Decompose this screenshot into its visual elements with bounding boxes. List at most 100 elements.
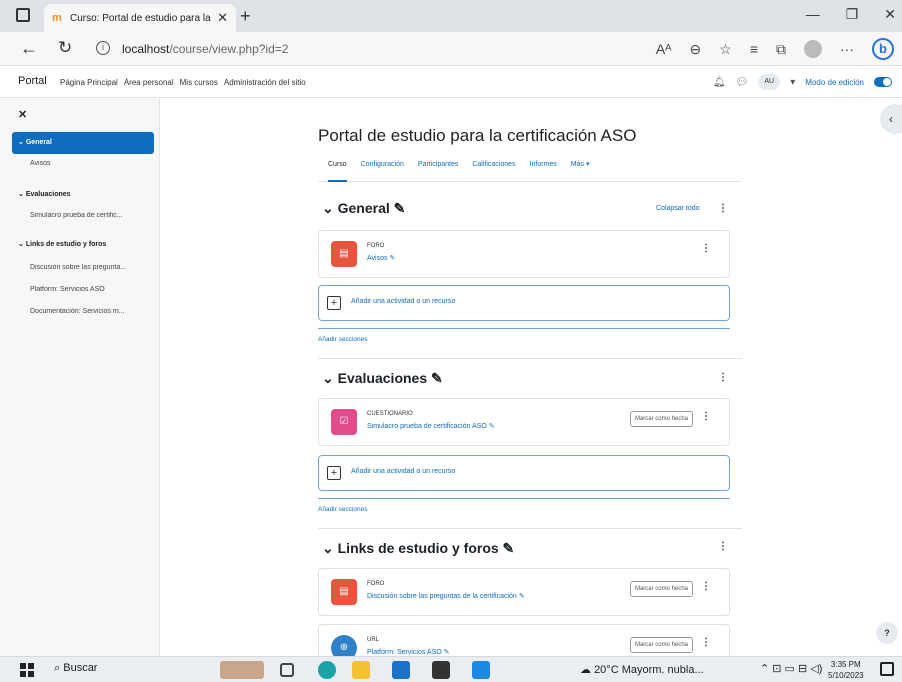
forum-icon: ▤ <box>331 579 357 605</box>
new-tab-icon[interactable]: + <box>240 6 251 27</box>
bing-icon[interactable]: b <box>872 38 894 60</box>
user-avatar[interactable]: AU <box>758 74 781 90</box>
drawer-section-general[interactable]: ⌄ General <box>12 132 154 154</box>
tab-actions-icon[interactable] <box>16 8 30 22</box>
help-button[interactable]: ? <box>876 622 898 644</box>
site-brand[interactable]: Portal <box>18 75 47 87</box>
section-menu-icon[interactable]: ⋮ <box>718 541 728 552</box>
terminal-icon[interactable] <box>432 661 450 679</box>
activity-card: ⊕ URL Platform: Servicios ASO ✎ Marcar c… <box>318 624 730 656</box>
edit-mode-toggle[interactable] <box>874 77 892 87</box>
section-menu-icon[interactable]: ⋮ <box>718 372 728 383</box>
tab-mas[interactable]: Más ▾ <box>571 158 590 181</box>
section-title-general[interactable]: ⌄ General ✎ <box>322 200 405 217</box>
taskbar-widget-icon[interactable] <box>220 661 264 679</box>
navbar-right: 🔔︎ 💬︎ AU ▾ Modo de edición <box>713 74 892 90</box>
nav-dashboard[interactable]: Área personal <box>124 78 174 87</box>
favorites-list-icon[interactable]: ≡ <box>750 41 758 57</box>
drawer-item-discusion[interactable]: Discusión sobre las pregunta... <box>30 264 154 271</box>
moodle-favicon-icon: m <box>52 12 62 24</box>
restore-icon[interactable]: ❐ <box>846 6 859 23</box>
tab-configuracion[interactable]: Configuración <box>361 158 404 181</box>
tab-curso[interactable]: Curso <box>328 158 347 182</box>
open-block-drawer-button[interactable]: ‹ <box>880 104 902 134</box>
window-controls: — ❐ ✕ <box>806 6 896 23</box>
drawer-close-icon[interactable]: ✕ <box>18 108 27 121</box>
drawer-item-simulacro[interactable]: Simulacro prueba de certific... <box>30 212 154 219</box>
activity-type: CUESTIONARIO <box>367 411 413 417</box>
section-title-evaluaciones[interactable]: ⌄ Evaluaciones ✎ <box>322 370 443 387</box>
add-activity-button[interactable]: + Añadir una actividad o un recurso <box>318 455 730 491</box>
course-index-drawer: ✕ ⌄ General Avisos ⌄ Evaluaciones Simula… <box>0 98 160 656</box>
browser-tab-bar: m Curso: Portal de estudio para la c ✕ +… <box>0 0 902 32</box>
nav-home[interactable]: Página Principal <box>60 78 118 87</box>
browser-tab[interactable]: m Curso: Portal de estudio para la c ✕ <box>44 4 236 32</box>
activity-link[interactable]: Platform: Servicios ASO ✎ <box>367 648 450 656</box>
activity-menu-icon[interactable]: ⋮ <box>701 637 711 648</box>
taskbar-search[interactable]: ⌕ Buscar <box>54 662 97 675</box>
user-menu-chevron-icon[interactable]: ▾ <box>790 77 795 88</box>
drawer-section-evaluaciones[interactable]: ⌄ Evaluaciones <box>12 184 154 206</box>
site-info-icon[interactable]: i <box>96 41 110 55</box>
edit-pencil-icon[interactable]: ✎ <box>394 200 406 216</box>
mark-done-button[interactable]: Marcar como hecha <box>629 411 693 427</box>
mark-done-button[interactable]: Marcar como hecha <box>629 581 693 597</box>
collections-icon[interactable]: ⧉ <box>776 41 786 58</box>
activity-menu-icon[interactable]: ⋮ <box>701 581 711 592</box>
section-divider <box>318 498 730 499</box>
drawer-item-platform[interactable]: Platform: Servicios ASO <box>30 286 154 293</box>
profile-icon[interactable] <box>804 40 822 58</box>
drawer-section-label: Links de estudio y foros <box>25 241 107 248</box>
add-activity-button[interactable]: + Añadir una actividad o un recurso <box>318 285 730 321</box>
mark-done-button[interactable]: Marcar como hecha <box>629 637 693 653</box>
activity-menu-icon[interactable]: ⋮ <box>701 243 711 254</box>
favorite-star-icon[interactable]: ☆ <box>719 41 732 58</box>
task-view-icon[interactable] <box>280 663 294 677</box>
page-title: Portal de estudio para la certificación … <box>318 126 637 145</box>
drawer-item-documentacion[interactable]: Documentación: Servicios m... <box>30 308 154 315</box>
mail-icon[interactable] <box>392 661 410 679</box>
edge-browser-icon[interactable] <box>318 661 336 679</box>
activity-menu-icon[interactable]: ⋮ <box>701 411 711 422</box>
nav-site-admin[interactable]: Administración del sitio <box>224 78 306 87</box>
activity-type: URL <box>367 637 380 643</box>
messages-icon[interactable]: 💬︎ <box>736 77 749 88</box>
activity-link[interactable]: Discusión sobre las preguntas de la cert… <box>367 592 525 600</box>
activity-type: FORO <box>367 581 385 587</box>
reload-icon[interactable]: ↻ <box>58 38 72 58</box>
section-title-links[interactable]: ⌄ Links de estudio y foros ✎ <box>322 540 514 557</box>
tab-participantes[interactable]: Participantes <box>418 158 458 181</box>
tab-informes[interactable]: Informes <box>530 158 557 181</box>
drawer-section-links[interactable]: ⌄ Links de estudio y foros <box>12 234 154 256</box>
add-sections-link[interactable]: Añadir secciones <box>318 336 368 343</box>
notifications-bell-icon[interactable]: 🔔︎ <box>713 77 726 88</box>
file-explorer-icon[interactable] <box>352 661 370 679</box>
tab-calificaciones[interactable]: Calificaciones <box>472 158 515 181</box>
minimize-icon[interactable]: — <box>806 6 820 23</box>
window-close-icon[interactable]: ✕ <box>884 6 896 23</box>
add-sections-link[interactable]: Añadir secciones <box>318 506 368 513</box>
tab-close-icon[interactable]: ✕ <box>217 10 228 26</box>
taskbar-clock[interactable]: 3:35 PM 5/10/2023 <box>828 659 864 681</box>
section-menu-icon[interactable]: ⋮ <box>718 203 728 214</box>
photos-icon[interactable] <box>472 661 490 679</box>
url-globe-icon: ⊕ <box>331 635 357 656</box>
read-aloud-icon[interactable]: Aᴬ <box>656 41 672 57</box>
windows-start-icon[interactable] <box>20 663 34 677</box>
url-field[interactable]: localhost/course/view.php?id=2 <box>122 42 288 56</box>
activity-link[interactable]: Simulacro prueba de certificación ASO ✎ <box>367 422 495 430</box>
activity-link[interactable]: Avisos ✎ <box>367 254 395 262</box>
edit-pencil-icon[interactable]: ✎ <box>431 370 443 386</box>
edit-pencil-icon[interactable]: ✎ <box>503 540 515 556</box>
collapse-all-link[interactable]: Colapsar todo <box>656 205 700 212</box>
zoom-icon[interactable]: ⊖ <box>690 41 702 58</box>
notification-center-icon[interactable] <box>880 662 894 676</box>
more-icon[interactable]: ··· <box>840 41 854 57</box>
nav-my-courses[interactable]: Mis cursos <box>180 78 218 87</box>
system-tray[interactable]: ⌃ ⊡ ▭ ⊟ ◁) <box>760 662 822 675</box>
primary-navigation: Página Principal Área personal Mis curso… <box>60 78 306 87</box>
back-icon[interactable]: ← <box>20 38 38 59</box>
drawer-item-avisos[interactable]: Avisos <box>30 160 154 167</box>
section-title-text: General <box>337 200 390 216</box>
weather-widget[interactable]: ☁︎ 20°C Mayorm. nubla... <box>580 663 704 676</box>
